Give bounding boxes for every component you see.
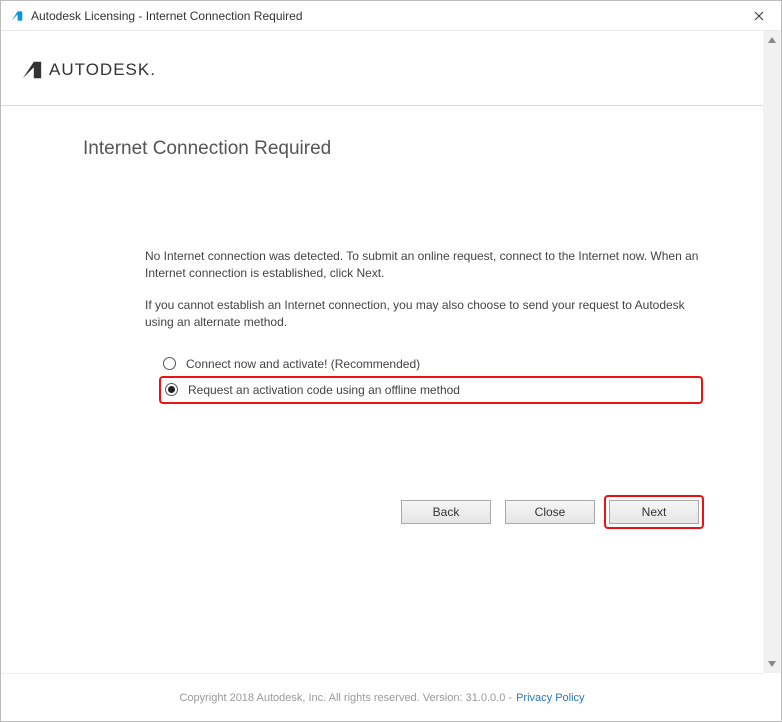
paragraph-1: No Internet connection was detected. To … — [145, 248, 703, 283]
autodesk-logo-icon — [21, 59, 43, 81]
next-button[interactable]: Next — [609, 500, 699, 524]
brand-logo: AUTODESK — [21, 59, 763, 81]
scroll-down-icon[interactable] — [763, 655, 781, 673]
next-button-highlight: Next — [604, 495, 704, 529]
app-icon — [9, 8, 25, 24]
radio-icon — [163, 357, 176, 370]
privacy-policy-link[interactable]: Privacy Policy — [516, 692, 584, 704]
radio-group: Connect now and activate! (Recommended) … — [1, 346, 763, 404]
brand-name: AUTODESK — [49, 60, 156, 80]
window-title: Autodesk Licensing - Internet Connection… — [31, 9, 303, 23]
close-button[interactable]: Close — [505, 500, 595, 524]
radio-label: Connect now and activate! (Recommended) — [186, 357, 420, 371]
button-row: Back Close Next — [1, 404, 763, 524]
brand-area: AUTODESK — [1, 31, 763, 105]
close-window-button[interactable] — [736, 1, 781, 31]
titlebar: Autodesk Licensing - Internet Connection… — [1, 1, 781, 31]
paragraph-2: If you cannot establish an Internet conn… — [145, 297, 703, 332]
scrollbar[interactable] — [763, 31, 781, 673]
content: AUTODESK Internet Connection Required No… — [1, 31, 763, 673]
footer: Copyright 2018 Autodesk, Inc. All rights… — [1, 673, 763, 721]
copyright-text: Copyright 2018 Autodesk, Inc. All rights… — [179, 692, 512, 704]
page-heading: Internet Connection Required — [1, 106, 763, 160]
radio-icon — [165, 383, 178, 396]
radio-offline-method[interactable]: Request an activation code using an offl… — [159, 376, 703, 404]
scroll-up-icon[interactable] — [763, 31, 781, 49]
radio-label: Request an activation code using an offl… — [188, 383, 460, 397]
back-button[interactable]: Back — [401, 500, 491, 524]
radio-connect-now[interactable]: Connect now and activate! (Recommended) — [159, 352, 703, 376]
body-copy: No Internet connection was detected. To … — [1, 160, 763, 332]
